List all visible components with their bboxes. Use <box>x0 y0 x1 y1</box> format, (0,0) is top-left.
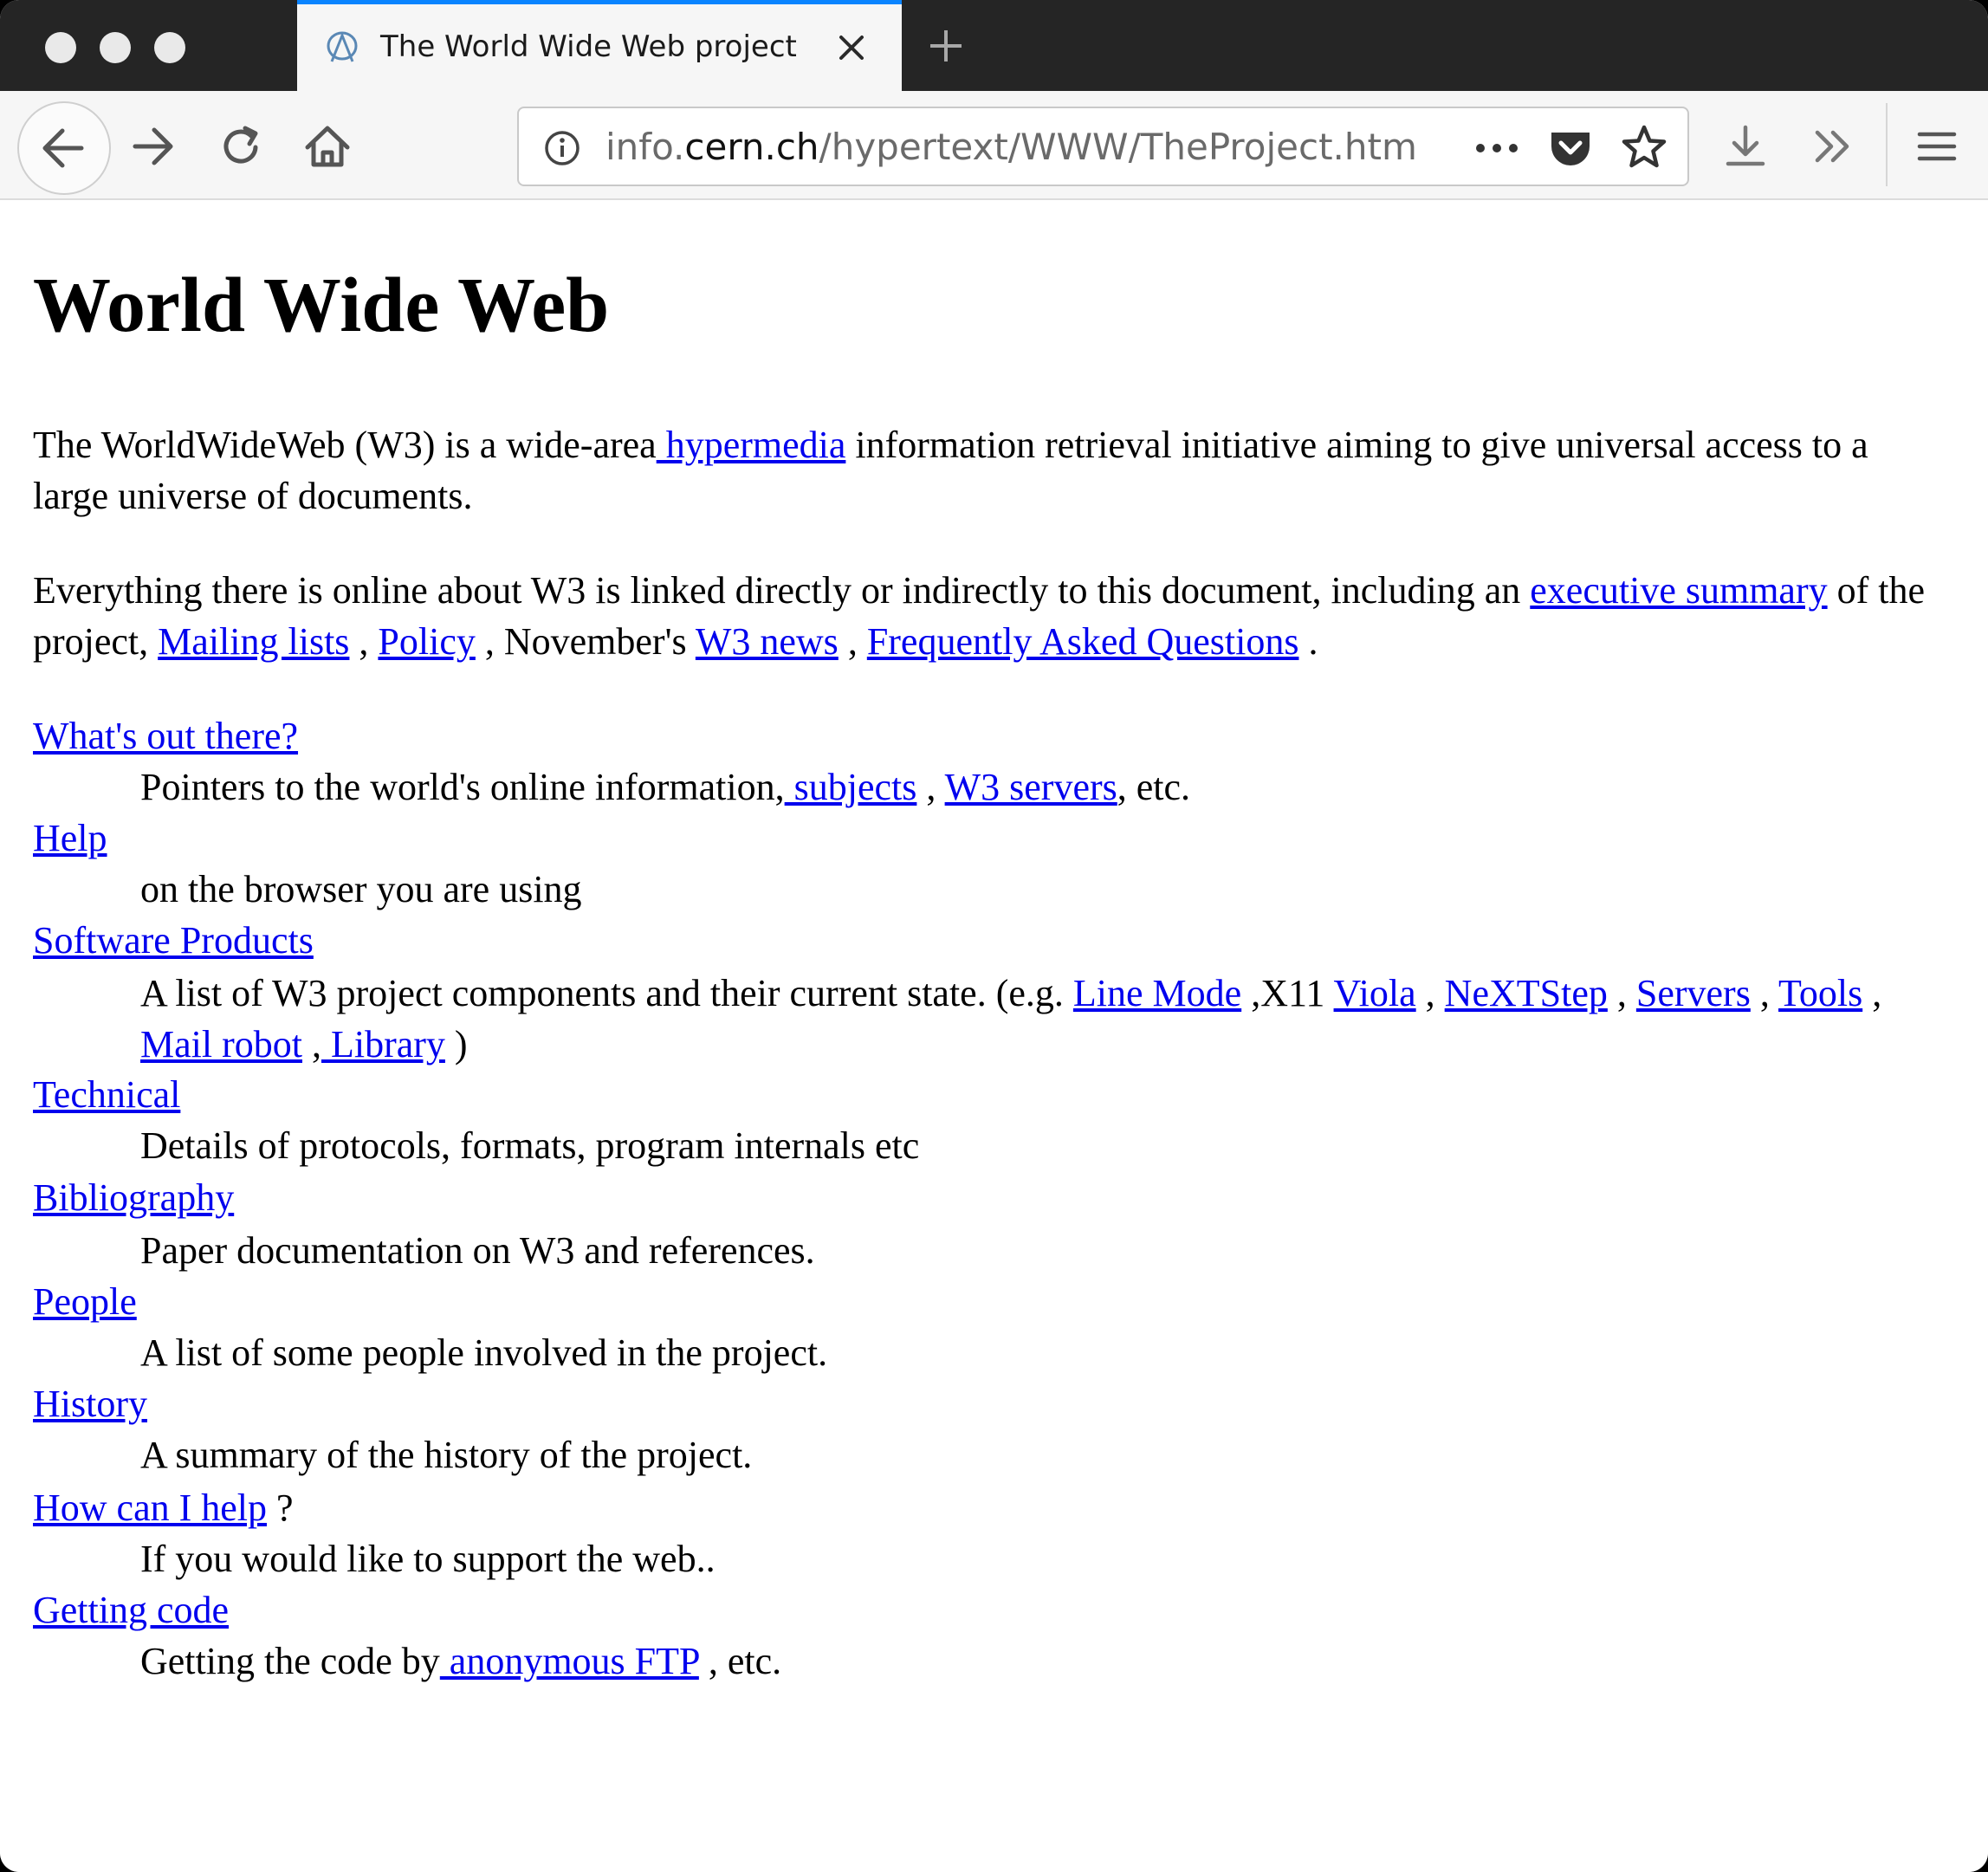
back-button[interactable] <box>17 101 111 195</box>
list-item-description: Details of protocols, formats, program i… <box>140 1124 920 1167</box>
link-tools[interactable]: Tools <box>1778 972 1862 1014</box>
term-suffix: ? <box>267 1487 294 1529</box>
page-content: World Wide Web The WorldWideWeb (W3) is … <box>0 200 1988 1872</box>
forward-arrow-icon <box>133 127 173 165</box>
list-item-description: Paper documentation on W3 and references… <box>140 1229 815 1272</box>
list-item-description: on the browser you are using <box>140 868 582 910</box>
home-button[interactable] <box>302 121 353 172</box>
link-policy[interactable]: Policy <box>378 620 475 663</box>
home-icon <box>305 126 350 167</box>
nav-toolbar: info.cern.ch/hypertext/WWW/TheProject.ht… <box>0 91 1988 200</box>
link-nextstep[interactable]: NeXTStep <box>1445 972 1608 1014</box>
link-viola[interactable]: Viola <box>1334 972 1416 1014</box>
browser-window: The World Wide Web project info.cern.ch/… <box>0 0 1988 1872</box>
link-technical[interactable]: Technical <box>33 1073 180 1116</box>
link-faq[interactable]: Frequently Asked Questions <box>867 620 1299 663</box>
intro-text: The WorldWideWeb (W3) is a wide-area <box>33 424 657 466</box>
url-text[interactable]: info.cern.ch/hypertext/WWW/TheProject.ht… <box>605 126 1417 168</box>
hamburger-menu-icon[interactable] <box>1913 122 1961 171</box>
pocket-icon[interactable] <box>1548 126 1593 171</box>
close-icon[interactable] <box>834 30 869 65</box>
link-how-can-i-help[interactable]: How can I help <box>33 1487 267 1529</box>
window-minimize-button[interactable] <box>100 32 131 63</box>
download-icon[interactable] <box>1721 122 1770 171</box>
link-whats-out-there[interactable]: What's out there? <box>33 715 298 757</box>
forward-button[interactable] <box>128 121 178 172</box>
link-bibliography[interactable]: Bibliography <box>33 1176 234 1219</box>
info-icon[interactable] <box>543 129 581 167</box>
page-title: World Wide Web <box>33 262 610 348</box>
back-arrow-icon <box>42 128 84 168</box>
link-library[interactable]: Library <box>321 1023 445 1066</box>
link-mailing-lists[interactable]: Mailing lists <box>158 620 349 663</box>
link-executive-summary[interactable]: executive summary <box>1530 569 1827 612</box>
tab-strip: The World Wide Web project <box>0 0 1988 91</box>
list-item-description: If you would like to support the web.. <box>140 1538 716 1580</box>
list-item-description: A list of some people involved in the pr… <box>140 1331 828 1374</box>
link-servers[interactable]: Servers <box>1636 972 1751 1014</box>
link-hypermedia[interactable]: hypermedia <box>657 424 846 466</box>
summary-paragraph: Everything there is online about W3 is l… <box>33 569 1926 663</box>
link-w3-servers[interactable]: W3 servers <box>945 766 1117 808</box>
link-getting-code[interactable]: Getting code <box>33 1589 229 1631</box>
link-subjects[interactable]: subjects <box>785 766 917 808</box>
plus-icon[interactable] <box>927 27 965 65</box>
link-w3-news[interactable]: W3 news <box>696 620 839 663</box>
list-item-description: Getting the code by anonymous FTP , etc. <box>140 1640 782 1682</box>
tab-active[interactable]: The World Wide Web project <box>297 0 902 91</box>
link-help[interactable]: Help <box>33 817 107 859</box>
url-bar[interactable]: info.cern.ch/hypertext/WWW/TheProject.ht… <box>517 107 1689 186</box>
list-item-description: Pointers to the world's online informati… <box>140 766 1191 808</box>
reload-button[interactable] <box>217 121 267 172</box>
link-line-mode[interactable]: Line Mode <box>1073 972 1241 1014</box>
list-item-description: A list of W3 project components and thei… <box>140 972 1882 1066</box>
star-icon[interactable] <box>1621 124 1667 171</box>
window-close-button[interactable] <box>45 32 76 63</box>
link-anonymous-ftp[interactable]: anonymous FTP <box>440 1640 699 1682</box>
tab-title: The World Wide Web project <box>380 29 797 64</box>
list-item-description: A summary of the history of the project. <box>140 1434 753 1476</box>
link-mail-robot[interactable]: Mail robot <box>140 1023 302 1066</box>
window-zoom-button[interactable] <box>154 32 185 63</box>
double-chevron-icon[interactable] <box>1809 122 1857 171</box>
link-history[interactable]: History <box>33 1383 147 1425</box>
ellipsis-icon[interactable] <box>1473 131 1520 165</box>
link-people[interactable]: People <box>33 1280 137 1323</box>
cern-favicon-icon <box>323 29 361 67</box>
link-software-products[interactable]: Software Products <box>33 919 314 962</box>
intro-paragraph: The WorldWideWeb (W3) is a wide-area hyp… <box>33 419 1939 521</box>
reload-icon <box>223 126 258 164</box>
toolbar-separator <box>1886 103 1888 186</box>
